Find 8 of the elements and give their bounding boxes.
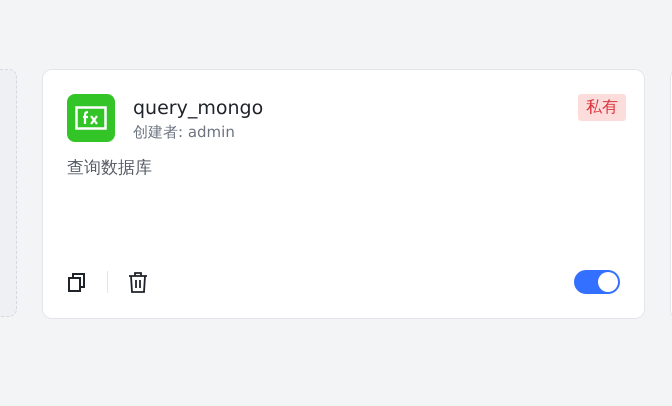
enable-toggle[interactable] [574,270,620,294]
copy-icon[interactable] [67,272,87,292]
visibility-tag: 私有 [578,94,626,121]
plugin-title: query_mongo [133,97,264,119]
function-icon [67,94,115,142]
trash-icon[interactable] [128,271,148,293]
plugin-description: 查询数据库 [67,157,153,179]
creator-label: 创建者: admin [133,123,236,142]
